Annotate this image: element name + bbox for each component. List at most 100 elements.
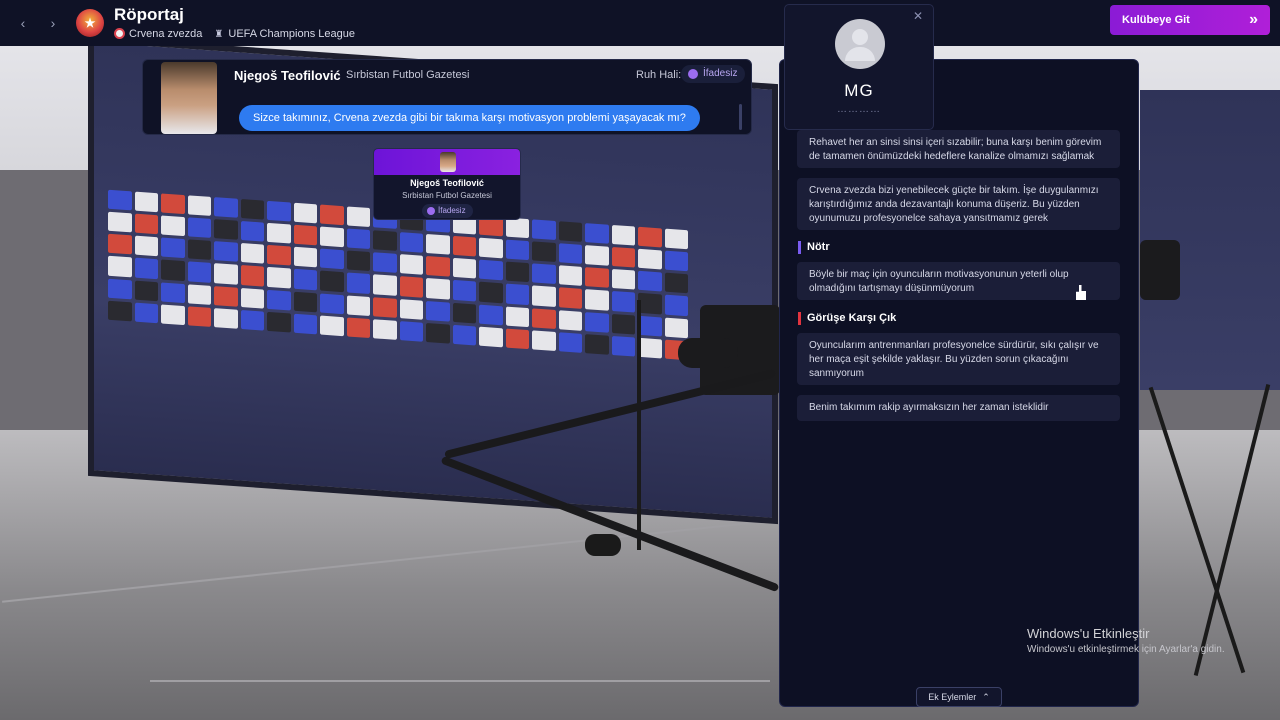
- sponsor-tile: [558, 221, 582, 243]
- sponsor-tile: [214, 197, 238, 218]
- question-bubble: Sizce takımınız, Crvena zvezda gibi bir …: [239, 105, 700, 131]
- club-name: Crvena zvezda: [129, 28, 203, 41]
- club-crest-icon: [114, 28, 125, 40]
- question-scrollbar[interactable]: [739, 104, 742, 130]
- sponsor-tile: [187, 217, 211, 239]
- sponsor-tile: [214, 285, 238, 307]
- sponsor-tile: [664, 272, 688, 294]
- trophy-icon: ♜: [214, 29, 224, 41]
- club-link[interactable]: Crvena zvezda: [114, 28, 202, 40]
- sponsor-tile: [214, 219, 238, 241]
- sponsor-tile: [558, 243, 582, 265]
- journalist-portrait: [161, 62, 217, 134]
- sponsor-tile: [426, 300, 450, 322]
- sponsor-tile: [134, 191, 158, 213]
- sponsor-tile: [108, 189, 132, 211]
- answer-option[interactable]: Crvena zvezda bizi yenebilecek güçte bir…: [797, 178, 1120, 230]
- sponsor-tile: [505, 217, 529, 239]
- page-title: Röportaj: [114, 4, 184, 24]
- sponsor-tile: [479, 304, 503, 326]
- sponsor-tile: [664, 228, 688, 250]
- sponsor-tile: [479, 282, 503, 303]
- sponsor-tile: [505, 284, 529, 305]
- sponsor-tile: [346, 317, 370, 339]
- sponsor-tile: [320, 204, 344, 226]
- sponsor-tile: [320, 293, 344, 315]
- sponsor-tile: [399, 276, 423, 298]
- sponsor-tile: [214, 263, 238, 285]
- competition-link[interactable]: ♜ UEFA Champions League: [214, 28, 355, 40]
- sponsor-tile: [187, 195, 211, 217]
- sponsor-tile: [373, 230, 397, 252]
- sponsor-tile: [161, 215, 185, 237]
- sponsor-tile: [664, 295, 688, 316]
- sponsor-tile: [161, 282, 185, 303]
- sponsor-tile: [320, 248, 344, 270]
- sponsor-tile: [426, 278, 450, 300]
- answer-option[interactable]: Böyle bir maç için oyuncuların motivasyo…: [797, 262, 1120, 300]
- sponsor-tile: [320, 315, 344, 337]
- club-badge-icon[interactable]: ★: [76, 9, 104, 37]
- close-icon[interactable]: ✕: [913, 9, 923, 23]
- sponsor-tile: [240, 221, 264, 242]
- sponsor-tile: [293, 269, 317, 290]
- answer-option[interactable]: Rehavet her an sinsi sinsi içeri sızabil…: [797, 130, 1120, 168]
- breadcrumb: Crvena zvezda ♜ UEFA Champions League: [114, 28, 355, 40]
- sponsor-tile: [240, 265, 264, 287]
- sponsor-tile: [161, 237, 185, 259]
- sponsor-tile: [532, 330, 556, 351]
- mood-label: Ruh Hali:: [636, 69, 682, 81]
- sponsor-tile: [161, 259, 185, 281]
- sponsor-tile: [638, 248, 662, 270]
- chevron-right-icon: ›: [50, 15, 56, 31]
- sponsor-tile: [532, 241, 556, 263]
- more-actions-label: Ek Eylemler: [928, 692, 977, 702]
- manager-card: ✕ MG …………: [784, 4, 934, 130]
- top-bar: ‹ › ★ Röportaj Crvena zvezda ♜ UEFA Champ…: [0, 0, 1280, 46]
- sponsor-tile: [399, 232, 423, 254]
- mood-badge: İfadesiz: [681, 65, 746, 83]
- sponsor-tile: [346, 295, 370, 316]
- sponsor-tile: [108, 278, 132, 300]
- sponsor-tile: [585, 223, 609, 244]
- chevron-up-icon: ⌃: [982, 691, 990, 702]
- section-disagree: Görüşe Karşı Çık: [798, 312, 896, 325]
- sponsor-tile: [585, 333, 609, 355]
- sponsor-tile: [187, 239, 211, 261]
- floor-line: [150, 680, 770, 682]
- sponsor-tile: [611, 269, 635, 291]
- sponsor-tile: [108, 300, 132, 322]
- continue-button[interactable]: Kulübeye Git »: [1110, 5, 1270, 35]
- manager-avatar-icon: [835, 19, 885, 69]
- manager-initials: MG: [844, 81, 874, 100]
- sponsor-tile: [214, 241, 238, 263]
- back-button[interactable]: ‹: [10, 10, 36, 36]
- sponsor-tile: [108, 256, 132, 278]
- sponsor-tile: [638, 226, 662, 248]
- forward-button[interactable]: ›: [40, 10, 66, 36]
- answer-option[interactable]: Oyuncularım antrenmanları profesyonelce …: [797, 333, 1120, 385]
- sponsor-tile: [664, 250, 688, 272]
- more-actions-button[interactable]: Ek Eylemler ⌃: [916, 687, 1002, 707]
- sponsor-tile: [373, 319, 397, 340]
- sponsor-tile: [134, 280, 158, 302]
- sponsor-tile: [134, 302, 158, 324]
- sponsor-tile: [532, 263, 556, 285]
- sponsor-tile: [214, 307, 238, 329]
- competition-name: UEFA Champions League: [228, 28, 355, 41]
- answer-option[interactable]: Benim takımım rakip ayırmaksızın her zam…: [797, 395, 1120, 421]
- watermark-subtitle: Windows'u etkinleştirmek için Ayarlar'a …: [1027, 644, 1225, 655]
- sponsor-tile: [452, 258, 476, 279]
- sponsor-tile: [558, 287, 582, 309]
- sponsor-tile: [479, 237, 503, 259]
- camera-lens: [678, 338, 738, 368]
- sponsor-tile: [399, 298, 423, 320]
- sponsor-tile: [293, 291, 317, 313]
- sponsor-tile: [611, 247, 635, 268]
- sponsor-tile: [426, 256, 450, 278]
- sponsor-tile: [611, 313, 635, 335]
- microphone-base: [585, 534, 621, 556]
- sponsor-tile: [161, 304, 185, 326]
- sponsor-tile: [108, 211, 132, 233]
- continue-label: Kulübeye Git: [1122, 14, 1190, 26]
